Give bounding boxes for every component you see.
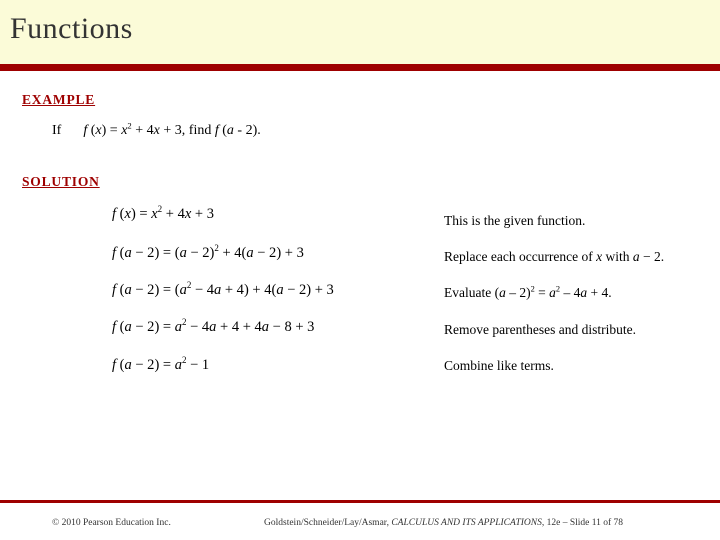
- equation-line-3: f (a − 2) = (a2 − 4a + 4) + 4(a − 2) + 3: [112, 280, 334, 298]
- annotation-3: Evaluate (a – 2)2 = a2 – 4a + 4.: [444, 284, 612, 300]
- footer-divider-rule: [0, 500, 720, 503]
- annotation-5: Combine like terms.: [444, 358, 554, 373]
- equation-line-5: f (a − 2) = a2 − 1: [112, 355, 210, 373]
- equation-line-1: f (x) = x2 + 4x + 3: [112, 204, 214, 222]
- example-statement: If f (x) = x2 + 4x + 3, find f (a - 2).: [52, 120, 261, 139]
- footer-copyright: © 2010 Pearson Education Inc.: [52, 518, 171, 528]
- annotation-4: Remove parentheses and distribute.: [444, 322, 636, 337]
- annotation-1: This is the given function.: [444, 213, 586, 228]
- footer-credit-suffix: , 12e – Slide 11 of 78: [541, 518, 624, 528]
- equation-line-4: f (a − 2) = a2 − 4a + 4 + 4a − 8 + 3: [112, 317, 315, 335]
- page-title: Functions: [10, 12, 133, 45]
- equation-line-2: f (a − 2) = (a − 2)2 + 4(a − 2) + 3: [112, 243, 304, 261]
- slide: Functions EXAMPLE If f (x) = x2 + 4x + 3,…: [0, 0, 720, 540]
- header-divider-rule: [0, 64, 720, 71]
- example-label: EXAMPLE: [22, 92, 96, 107]
- example-function-definition: f (x) = x2 + 4x + 3: [83, 120, 182, 138]
- annotation-2: Replace each occurrence of x with a − 2.: [444, 249, 665, 264]
- footer-credit: Goldstein/Schneider/Lay/Asmar, CALCULUS …: [264, 518, 623, 528]
- footer-credit-prefix: Goldstein/Schneider/Lay/Asmar,: [264, 518, 392, 528]
- footer-credit-title: CALCULUS AND ITS APPLICATIONS: [391, 518, 542, 528]
- example-if-word: If: [52, 123, 62, 138]
- solution-label: SOLUTION: [22, 174, 100, 189]
- example-prompt: , find f (a - 2).: [181, 123, 261, 138]
